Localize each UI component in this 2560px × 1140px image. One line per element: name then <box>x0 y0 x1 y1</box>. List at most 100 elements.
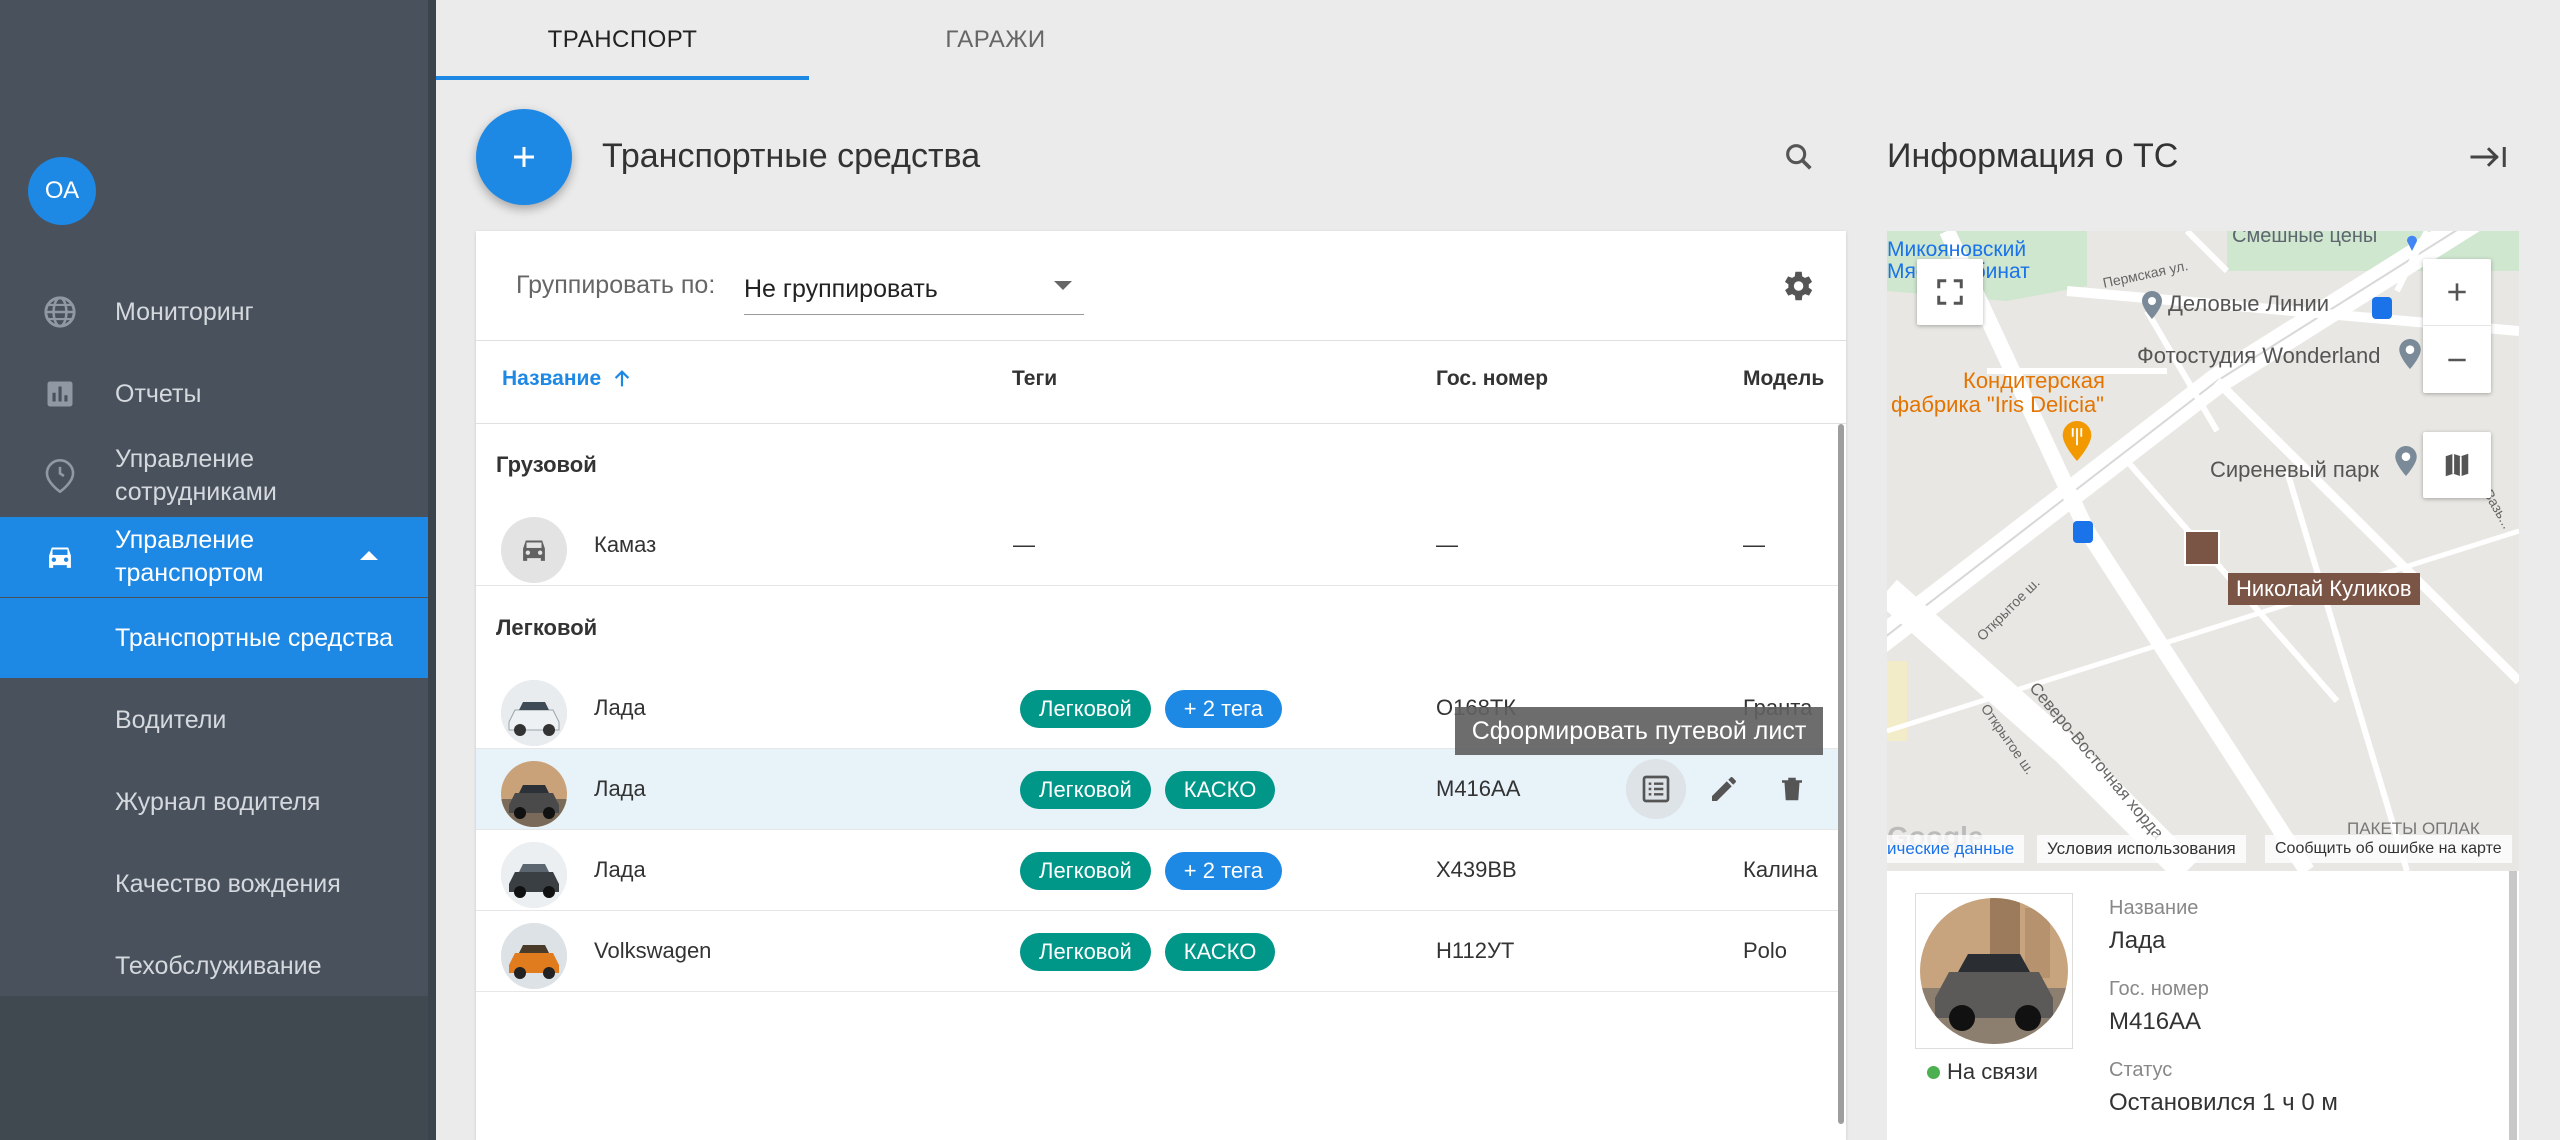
plus-icon <box>514 147 534 167</box>
tag-chip[interactable]: Легковой <box>1020 852 1151 890</box>
nav-vehicles[interactable]: Транспортные средства <box>0 598 428 678</box>
toolbar-divider <box>476 340 1846 341</box>
vehicle-marker-label[interactable]: Николай Куликов <box>2228 573 2420 605</box>
search-button[interactable] <box>1776 134 1822 180</box>
online-status-dot <box>1927 1066 1940 1079</box>
tag-chip[interactable]: Легковой <box>1020 690 1151 728</box>
map-poi-konditer-line1: Кондитерская <box>1963 368 2105 393</box>
fullscreen-button[interactable] <box>1917 259 1983 325</box>
user-avatar[interactable]: ОА <box>28 157 96 225</box>
pencil-icon <box>1712 777 1736 801</box>
info-plate-value: М416АА <box>2109 1008 2202 1035</box>
vehicle-placeholder-avatar <box>501 517 567 583</box>
nav-monitoring-label: Мониторинг <box>115 297 254 326</box>
zoom-in-button[interactable] <box>2423 259 2491 326</box>
tag-chip[interactable]: Легковой <box>1020 933 1151 971</box>
map-poi-delovye-label: Деловые Линии <box>2168 291 2330 316</box>
vehicle-tags: — <box>1013 532 1035 557</box>
nav-reports-label: Отчеты <box>115 379 202 408</box>
vehicle-marker[interactable] <box>2184 530 2220 566</box>
vehicle-photo <box>501 761 567 827</box>
nav-reports[interactable]: Отчеты <box>0 358 428 430</box>
chevron-up-icon[interactable] <box>360 551 378 560</box>
collapse-right-icon <box>2470 147 2506 167</box>
zoom-controls <box>2423 259 2491 393</box>
group-by-value: Не группировать <box>744 275 938 303</box>
active-tab-indicator <box>436 76 809 80</box>
tab-garages[interactable]: ГАРАЖИ <box>809 0 1182 80</box>
nav-drivers[interactable]: Водители <box>0 680 428 760</box>
globe-icon <box>42 294 78 330</box>
vehicle-photo <box>501 923 567 989</box>
info-name-label: Название <box>2109 897 2199 919</box>
table-row-hovered[interactable]: Лада Легковой КАСКО М416АА <box>476 749 1838 830</box>
table-settings-button[interactable] <box>1776 265 1818 307</box>
zoom-out-button[interactable] <box>2423 326 2491 393</box>
nav-drivers-label: Водители <box>115 705 227 734</box>
collapse-panel-button[interactable] <box>2464 134 2512 180</box>
map-poi-siren[interactable]: Сиреневый парк <box>2210 457 2379 483</box>
nav-maintenance[interactable]: Техобслуживание <box>0 926 428 1006</box>
nav-employees[interactable]: Управление сотрудниками <box>0 436 428 516</box>
minus-icon <box>2448 358 2466 361</box>
vehicle-photo <box>501 842 567 908</box>
vehicle-name: Лада <box>594 857 646 882</box>
map-label-kombinat-line1: Микояновский <box>1887 238 2027 261</box>
vehicle-photo <box>501 680 567 746</box>
nav-monitoring[interactable]: Мониторинг <box>0 276 428 348</box>
nav-transport-label: Управление транспортом <box>115 524 264 590</box>
map-poi-konditer-line2: фабрика "Iris Delicia" <box>1891 392 2104 417</box>
group-by-select[interactable]: Не группировать <box>744 259 1084 315</box>
nav-transport[interactable]: Управление транспортом <box>0 517 428 597</box>
header-divider <box>476 423 1846 424</box>
info-scrollbar[interactable] <box>2509 871 2517 1140</box>
car-icon <box>42 539 78 575</box>
vehicle-model: Калина <box>1743 857 1818 882</box>
edit-button[interactable] <box>1694 759 1754 819</box>
map-poi-foto[interactable]: Фотостудия Wonderland <box>2137 343 2381 369</box>
column-header-model[interactable]: Модель <box>1743 367 1824 391</box>
table-row[interactable]: Лада Легковой + 2 тега Х439ВВ Калина <box>476 830 1838 911</box>
delete-button[interactable] <box>1762 759 1822 819</box>
map-type-button[interactable] <box>2423 432 2491 498</box>
gear-icon <box>1784 271 1813 301</box>
nav-transport-line2: транспортом <box>115 559 264 587</box>
map-poi-delovye[interactable]: Деловые Линии <box>2142 291 2330 320</box>
tag-chip[interactable]: КАСКО <box>1164 933 1276 971</box>
vehicle-name: Лада <box>594 776 646 801</box>
vehicle-tags: Легковой КАСКО <box>1020 771 1276 809</box>
nav-employees-line1: Управление <box>115 445 254 473</box>
info-status-value: Остановился 1 ч 0 м <box>2109 1089 2338 1116</box>
info-panel-title: Информация о ТС <box>1887 137 2179 175</box>
table-row[interactable]: Volkswagen Легковой КАСКО Н112УТ Polo <box>476 911 1838 992</box>
column-header-plate[interactable]: Гос. номер <box>1436 367 1548 391</box>
column-header-tags[interactable]: Теги <box>1012 367 1057 391</box>
vehicle-info-photo <box>1915 893 2073 1049</box>
vehicle-tags: Легковой + 2 тега <box>1020 852 1282 890</box>
vehicle-plate: Х439ВВ <box>1436 857 1517 882</box>
page-title: Транспортные средства <box>602 137 981 175</box>
more-tags-chip[interactable]: + 2 тега <box>1164 690 1282 728</box>
add-vehicle-button[interactable] <box>476 109 572 205</box>
nav-driver-log[interactable]: Журнал водителя <box>0 762 428 842</box>
vehicle-plate: Н112УТ <box>1436 938 1515 963</box>
fullscreen-icon <box>1937 279 1963 305</box>
map-poi-konditer[interactable]: Кондитерская фабрика "Iris Delicia" <box>1891 369 2105 417</box>
info-status-label: Статус <box>2109 1059 2173 1081</box>
table-scrollbar[interactable] <box>1838 424 1844 1124</box>
tag-chip[interactable]: КАСКО <box>1164 771 1276 809</box>
waybill-button[interactable] <box>1626 759 1686 819</box>
map-terms-link[interactable]: Условия использования <box>2037 835 2246 863</box>
nav-driver-log-label: Журнал водителя <box>115 787 321 816</box>
nav-driving-quality[interactable]: Качество вождения <box>0 844 428 924</box>
tab-transport[interactable]: ТРАНСПОРТ <box>436 0 809 80</box>
sidebar-footer <box>0 996 428 1140</box>
nav-driving-quality-label: Качество вождения <box>115 869 341 898</box>
tag-chip[interactable]: Легковой <box>1020 771 1151 809</box>
map-report-link[interactable]: Сообщить об ошибке на карте <box>2265 835 2512 863</box>
vehicle-plate: — <box>1436 532 1458 557</box>
more-tags-chip[interactable]: + 2 тега <box>1164 852 1282 890</box>
map-attribution-data[interactable]: ические данные <box>1887 835 2025 863</box>
table-row[interactable]: Камаз — — — <box>476 505 1838 586</box>
column-header-name[interactable]: Название <box>502 367 633 391</box>
